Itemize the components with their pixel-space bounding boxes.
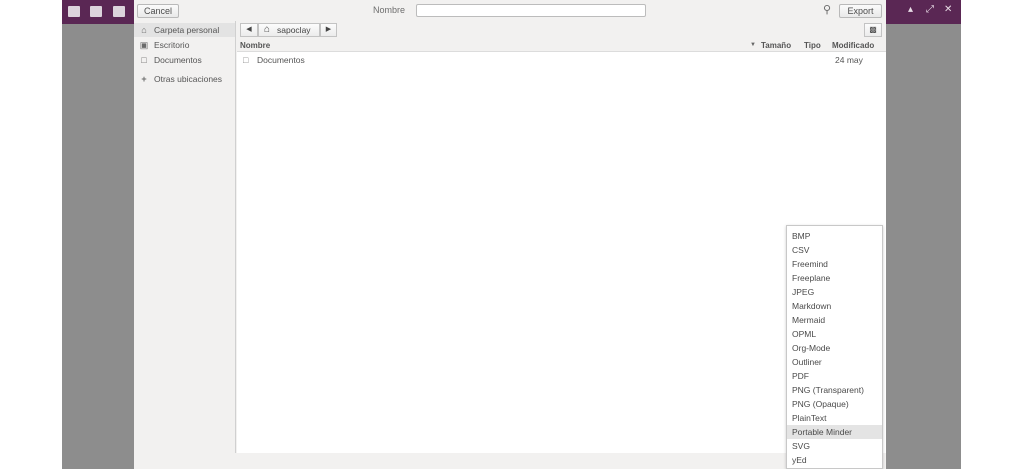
column-modified-header[interactable]: Modificado	[832, 39, 874, 52]
filename-input[interactable]	[416, 4, 646, 17]
home-icon: ⌂	[141, 25, 147, 35]
path-crumb-label: sapoclay	[277, 25, 311, 35]
file-list-header: Nombre ▼ Tamaño Tipo Modificado	[237, 39, 886, 52]
maximize-icon[interactable]: ⤢	[926, 4, 934, 15]
format-option-highlighted[interactable]: Portable Minder	[787, 425, 882, 439]
sidebar-item-desktop[interactable]: ▣ Escritorio	[134, 38, 235, 52]
home-icon: ⌂	[264, 24, 271, 35]
dialog-header: Cancel Nombre ⚲ Export	[134, 0, 886, 21]
format-option[interactable]: Org-Mode	[787, 341, 882, 355]
plus-icon: +	[141, 74, 147, 84]
format-dropdown-menu: BMP CSV Freemind Freeplane JPEG Markdown…	[786, 225, 883, 469]
open-folder-icon[interactable]	[90, 6, 102, 17]
format-option[interactable]: yEd	[787, 453, 882, 467]
save-icon[interactable]	[113, 6, 125, 17]
format-option[interactable]: Outliner	[787, 355, 882, 369]
dialog-footer	[134, 453, 886, 469]
format-option[interactable]: Freeplane	[787, 271, 882, 285]
format-option[interactable]: PNG (Opaque)	[787, 397, 882, 411]
column-type-header[interactable]: Tipo	[804, 39, 821, 52]
format-option[interactable]: PDF	[787, 369, 882, 383]
path-crumb-home[interactable]: ⌂ sapoclay	[258, 23, 320, 37]
format-option[interactable]: PlainText	[787, 411, 882, 425]
cancel-button[interactable]: Cancel	[137, 4, 179, 18]
places-sidebar: ⌂ Carpeta personal ▣ Escritorio □ Docume…	[134, 21, 236, 453]
close-icon[interactable]: ✕	[944, 4, 952, 15]
format-option[interactable]: BMP	[787, 229, 882, 243]
format-option[interactable]: Mermaid	[787, 313, 882, 327]
format-option[interactable]: OPML	[787, 327, 882, 341]
screen: ▴ ⤢ ✕ Cancel Nombre ⚲ Export ⌂ Carpeta p…	[0, 0, 1024, 469]
sidebar-item-label: Otras ubicaciones	[154, 74, 223, 84]
sort-down-icon: ▼	[750, 42, 756, 48]
sidebar-item-label: Documentos	[154, 55, 202, 65]
format-option[interactable]: Markdown	[787, 299, 882, 313]
file-name: Documentos	[257, 55, 305, 65]
path-forward-button[interactable]: ▶	[320, 23, 337, 37]
export-button[interactable]: Export	[839, 4, 882, 18]
path-back-button[interactable]: ◀	[240, 23, 258, 37]
sidebar-item-home[interactable]: ⌂ Carpeta personal	[134, 23, 235, 37]
format-option[interactable]: JPEG	[787, 285, 882, 299]
format-option[interactable]: CSV	[787, 243, 882, 257]
sidebar-item-documents[interactable]: □ Documentos	[134, 53, 235, 67]
column-name-header[interactable]: Nombre	[240, 39, 270, 52]
sidebar-item-other-locations[interactable]: + Otras ubicaciones	[134, 72, 235, 86]
new-document-icon[interactable]	[68, 6, 80, 17]
table-row[interactable]: □ Documentos 24 may	[237, 53, 886, 67]
new-folder-icon[interactable]: ▩	[864, 23, 882, 37]
export-dialog: Cancel Nombre ⚲ Export ⌂ Carpeta persona…	[134, 0, 886, 469]
sidebar-item-label: Carpeta personal	[154, 25, 220, 35]
sidebar-item-label: Escritorio	[154, 40, 190, 50]
document-icon: □	[243, 55, 249, 65]
document-icon: □	[141, 55, 147, 65]
minimize-icon[interactable]: ▴	[908, 4, 913, 15]
format-option[interactable]: SVG	[787, 439, 882, 453]
format-option[interactable]: PNG (Transparent)	[787, 383, 882, 397]
search-icon[interactable]: ⚲	[823, 3, 831, 16]
desktop-icon: ▣	[139, 40, 149, 50]
file-modified: 24 may	[835, 55, 863, 65]
name-label: Nombre	[373, 5, 406, 15]
path-bar: ◀ ⌂ sapoclay ▶ ▩	[237, 21, 886, 39]
format-option[interactable]: Freemind	[787, 257, 882, 271]
column-size-header[interactable]: Tamaño	[761, 39, 791, 52]
